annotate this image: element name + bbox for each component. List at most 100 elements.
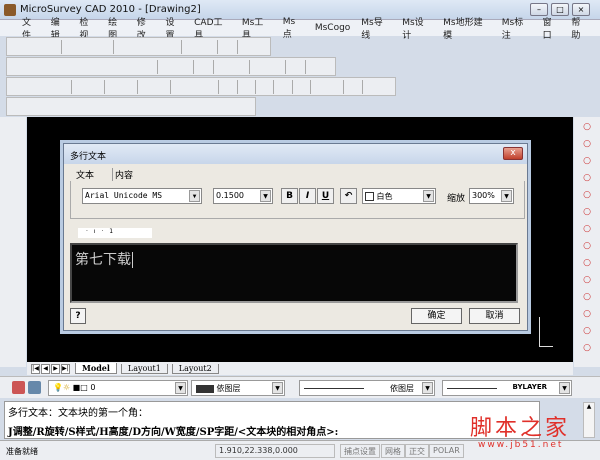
rotate-obj-icon[interactable] (42, 80, 54, 93)
move-icon[interactable] (7, 206, 20, 219)
c-box-icon[interactable] (147, 100, 157, 113)
tab-layout2[interactable]: Layout2 (171, 363, 219, 374)
curve-icon[interactable]: ○ (581, 257, 594, 270)
grid-button[interactable]: 网格 (381, 444, 405, 458)
polar-button[interactable]: POLAR (429, 444, 464, 458)
color-select[interactable]: 白色 ▼ (362, 188, 436, 204)
target-icon[interactable] (253, 60, 266, 73)
ruler[interactable]: · ı · 1 (78, 228, 152, 238)
cut-icon[interactable] (117, 40, 130, 53)
window-icon[interactable] (241, 100, 251, 113)
pfd-icon[interactable] (188, 100, 198, 113)
circle-icon[interactable]: ○ (581, 121, 594, 134)
layer-icon[interactable] (197, 60, 210, 73)
star-icon[interactable]: ○ (581, 342, 594, 355)
line-icon[interactable] (13, 60, 26, 73)
fr-icon[interactable] (134, 100, 144, 113)
stack-icon[interactable] (366, 80, 378, 93)
text-editor[interactable]: 第七下载 (70, 243, 518, 303)
match-icon[interactable] (165, 40, 178, 53)
pin-icon[interactable] (13, 100, 23, 113)
copy-obj-icon[interactable] (13, 80, 25, 93)
check-icon[interactable] (53, 100, 63, 113)
menu-item-12[interactable]: Ms地形建模 (443, 15, 491, 41)
menu-item-9[interactable]: MsCogo (315, 23, 350, 33)
layer-manager-icon[interactable] (12, 381, 25, 394)
ruler-icon[interactable] (277, 80, 289, 93)
cross-icon[interactable]: ○ (581, 325, 594, 338)
tab-model[interactable]: Model (75, 363, 117, 374)
tab-layout1[interactable]: Layout1 (120, 363, 168, 374)
pen-icon[interactable] (347, 80, 359, 93)
lineweight-select[interactable]: BYLAYER ▼ (442, 380, 572, 396)
arc-icon[interactable]: ○ (581, 206, 594, 219)
help-button[interactable]: ? (70, 308, 86, 324)
tab-text[interactable]: 文本 (76, 168, 94, 181)
save-icon[interactable] (45, 40, 58, 53)
refresh-icon[interactable] (7, 223, 20, 236)
rotate-cw-icon[interactable] (90, 80, 102, 93)
curve2-icon[interactable]: ○ (581, 274, 594, 287)
ortho-button[interactable]: 正交 (405, 444, 429, 458)
rect3-icon[interactable] (204, 80, 216, 93)
grid-icon[interactable] (141, 80, 153, 93)
italic-button[interactable]: I (299, 188, 316, 204)
menu-item-13[interactable]: Ms标注 (502, 15, 532, 41)
redo-icon[interactable] (201, 40, 214, 53)
rect-icon[interactable] (109, 60, 122, 73)
underline-button[interactable]: U (317, 188, 334, 204)
menu-item-8[interactable]: Ms点 (283, 17, 304, 40)
scale-select[interactable]: 300% ▼ (469, 188, 514, 204)
line2-icon[interactable] (94, 100, 104, 113)
prev-tab-icon[interactable]: ◀ (41, 363, 50, 374)
last-tab-icon[interactable]: ▶| (61, 363, 70, 374)
ok-button[interactable]: 确定 (411, 308, 462, 324)
print-icon[interactable] (65, 40, 78, 53)
rect2-icon[interactable] (189, 80, 201, 93)
find-icon[interactable] (314, 80, 326, 93)
paint-icon[interactable] (329, 80, 341, 93)
height-select[interactable]: 0.1500 ▼ (213, 188, 273, 204)
eraser-icon[interactable] (7, 138, 20, 151)
copy-icon[interactable] (133, 40, 146, 53)
list-icon[interactable] (7, 240, 20, 253)
layer-select[interactable]: 💡☼ ■□ 0 ▼ (48, 380, 188, 396)
rotate-ccw-icon[interactable] (75, 80, 87, 93)
block-icon[interactable] (177, 60, 190, 73)
menu-item-10[interactable]: Ms导线 (361, 15, 391, 41)
zoom-icon[interactable] (29, 60, 42, 73)
circle3-icon[interactable]: ○ (581, 172, 594, 185)
undo-icon[interactable] (185, 40, 198, 53)
command-line[interactable]: 多行文本：文本块的第一个角： J调整/R旋转/S样式/H高度/D方向/W宽度/S… (4, 401, 540, 439)
tab-content[interactable]: 内容 (112, 168, 133, 181)
bag-icon[interactable] (26, 100, 36, 113)
bird-icon[interactable] (67, 100, 77, 113)
circle4-icon[interactable]: ○ (581, 189, 594, 202)
arc2-icon[interactable]: ○ (581, 223, 594, 236)
command-scrollbar[interactable]: ▲ (583, 402, 595, 438)
cancel-button[interactable]: 取消 (469, 308, 520, 324)
paste-icon[interactable] (149, 40, 162, 53)
info-icon[interactable] (7, 308, 20, 321)
zoom-in-icon[interactable] (7, 155, 20, 168)
circle2-icon[interactable]: ○ (581, 155, 594, 168)
color-select[interactable]: 依图层 ▼ (191, 380, 285, 396)
menu-item-14[interactable]: 窗口 (543, 15, 561, 41)
bag2-icon[interactable] (40, 100, 50, 113)
help-icon[interactable] (241, 40, 254, 53)
hatch-icon[interactable]: ○ (581, 308, 594, 321)
text-line-icon[interactable] (233, 60, 246, 73)
stack2-icon[interactable] (380, 80, 392, 93)
angle-icon[interactable] (7, 342, 20, 355)
rect1-icon[interactable] (174, 80, 186, 93)
target2-icon[interactable] (269, 60, 282, 73)
arc-icon[interactable] (45, 60, 58, 73)
zoom-out-icon[interactable] (7, 172, 20, 185)
mirror2-icon[interactable] (123, 80, 135, 93)
frame-icon[interactable] (289, 60, 302, 73)
text-a-icon[interactable] (309, 60, 322, 73)
tool2-icon[interactable] (93, 60, 106, 73)
array-icon[interactable] (28, 80, 40, 93)
new-icon[interactable] (13, 40, 26, 53)
linetype-select[interactable]: 依图层 ▼ (299, 380, 435, 396)
